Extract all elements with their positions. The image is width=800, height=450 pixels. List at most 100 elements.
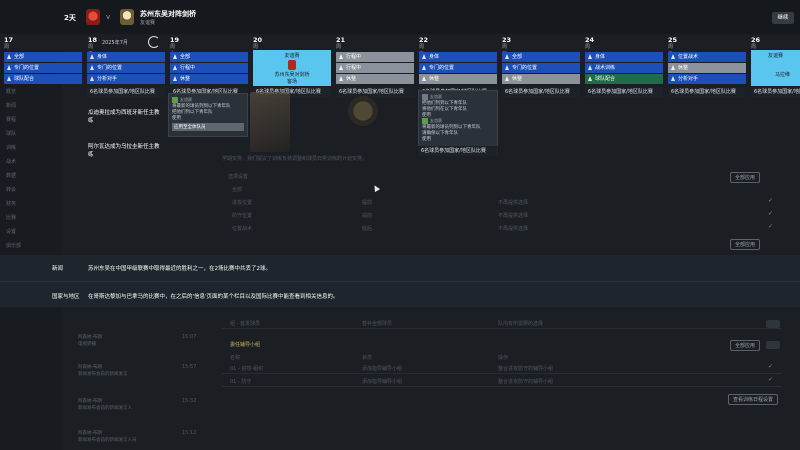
- session-block[interactable]: 身体: [585, 52, 663, 62]
- session-block[interactable]: 全部: [502, 52, 580, 62]
- training-hint: 学期安排，我们提议了训练负荷调整和球员日常训练的计划安排。: [222, 156, 368, 162]
- option-value: 延后: [362, 226, 373, 232]
- apply-all-button[interactable]: 全部应用: [730, 172, 761, 183]
- nav-item[interactable]: 设置: [6, 228, 16, 235]
- intl-duty-notice[interactable]: 6名球员参加国家/地区队比赛: [502, 87, 580, 97]
- session-block[interactable]: 身体: [87, 52, 165, 62]
- option-row: 防守位置: [232, 213, 253, 219]
- mouse-cursor-icon: [371, 183, 381, 193]
- session-block[interactable]: 休整: [419, 74, 497, 84]
- nav-item[interactable]: 比赛: [6, 214, 16, 221]
- check-icon[interactable]: ✓: [768, 197, 773, 204]
- nav-item[interactable]: 转会: [6, 186, 16, 193]
- row-cell: 添加指导辅导小组: [362, 366, 403, 372]
- intl-duty-notice[interactable]: 6名球员参加国家/地区队比赛: [585, 87, 663, 97]
- nav-item[interactable]: 赛程: [6, 116, 16, 123]
- session-block[interactable]: 休整: [502, 74, 580, 84]
- feed-item[interactable]: 阿森纳·布朗 新闻发布会前的新闻发言人员: [78, 430, 198, 444]
- session-block[interactable]: 专门的位置: [4, 63, 82, 73]
- session-block[interactable]: 行程中: [336, 63, 414, 73]
- news-message[interactable]: 瓜迪奥拉成为西班牙新任主教练: [88, 109, 160, 125]
- news-message[interactable]: 阿尔瓦达成为乌拉圭新任主教练: [88, 143, 160, 159]
- session-block[interactable]: 休整: [336, 74, 414, 84]
- option-value: 不再提供选择: [498, 200, 529, 206]
- check-icon[interactable]: ✓: [768, 223, 773, 230]
- intl-duty-notice[interactable]: 6名球员参加国家/地区队比赛: [336, 87, 414, 97]
- nav-item[interactable]: 战术: [6, 158, 16, 165]
- event-title: 苏州东吴对剑桥: [274, 72, 310, 78]
- option-row: 全部: [232, 187, 243, 193]
- row-cell: 替补全部球员: [362, 321, 393, 327]
- session-block[interactable]: 战术训练: [585, 63, 663, 73]
- nav-item[interactable]: 训练: [6, 144, 16, 151]
- match-title[interactable]: 苏州东吴对阵剑桥: [140, 9, 196, 19]
- row-cell: 整合进攻防守的辅导小组: [498, 379, 554, 385]
- session-block[interactable]: 全部: [170, 52, 248, 62]
- chevron-right-icon[interactable]: [766, 320, 780, 328]
- gear-icon[interactable]: [766, 341, 780, 349]
- nav-item[interactable]: 俱乐部: [6, 242, 21, 249]
- banner-text: 在哥斯达黎加与巴拿马的比赛中，在之后的'信息'页面的某个栏目以及国际比赛中能查看…: [88, 294, 339, 300]
- nav-item[interactable]: 数据: [6, 172, 16, 179]
- session-block[interactable]: 位置战术: [668, 52, 746, 62]
- option-row: 位置战术: [232, 226, 253, 232]
- session-block[interactable]: 分析对手: [87, 74, 165, 84]
- apply-all-button[interactable]: 全部应用: [730, 239, 761, 250]
- divider: [0, 281, 800, 282]
- section-title: 委任辅导小组: [230, 342, 261, 348]
- session-block[interactable]: 分析对手: [668, 74, 746, 84]
- session-block[interactable]: 行程中: [170, 63, 248, 73]
- intl-duty-notice[interactable]: 6名球员参加国家/地区队比赛: [87, 87, 165, 97]
- feed-time: 15:32: [182, 398, 197, 404]
- session-block[interactable]: 休整: [668, 63, 746, 73]
- view-schedule-button[interactable]: 查看训练日程设置: [728, 394, 779, 405]
- option-row: 进攻位置: [232, 200, 253, 206]
- feed-item[interactable]: 阿森纳·布朗 电视转播: [78, 334, 198, 348]
- intl-duty-notice[interactable]: 6名球员参加国家/地区队比赛: [668, 87, 746, 97]
- session-block[interactable]: 球队配合: [4, 74, 82, 84]
- table-row[interactable]: 组 - 首发球员 替补全部球员 队内有所需要的选择: [222, 318, 782, 329]
- apply-to-all-option[interactable]: 应用至全体队员: [172, 123, 244, 131]
- row-cell: 添加指导辅导小组: [362, 379, 403, 385]
- check-icon[interactable]: ✓: [768, 210, 773, 217]
- feed-item[interactable]: 阿森纳·布朗 新闻发布会前的新闻发言人: [78, 398, 198, 412]
- session-block[interactable]: 休整: [170, 74, 248, 84]
- top-bar: 2天 v 苏州东吴对阵剑桥 友谊赛 继续: [0, 0, 800, 34]
- nav-item[interactable]: 新闻: [6, 102, 16, 109]
- banner-text: 苏州东吴在中国甲级联赛中取得最近的胜利之一，在2场比赛中共丢了2球。: [88, 266, 272, 272]
- player-photo: [250, 92, 290, 152]
- apply-all-button[interactable]: 全部应用: [730, 340, 761, 351]
- nav-item[interactable]: 概览: [6, 88, 16, 95]
- session-block[interactable]: 全部: [4, 52, 82, 62]
- option-value: 提前: [362, 200, 373, 206]
- nav-item[interactable]: 球队: [6, 130, 16, 137]
- session-block[interactable]: 球队配合: [585, 74, 663, 84]
- row-cell: 01 - 防守: [230, 379, 252, 385]
- table-row[interactable]: 01 - 防守 添加指导辅导小组 整合进攻防守的辅导小组: [222, 376, 782, 387]
- session-block[interactable]: 专门的位置: [419, 63, 497, 73]
- row-cell: 组 - 首发球员: [230, 321, 260, 327]
- nav-item[interactable]: 财务: [6, 200, 16, 207]
- session-block[interactable]: 专门的位置: [87, 63, 165, 73]
- intl-duty-notice[interactable]: 6名球员参加国家/地区队比赛: [418, 146, 498, 156]
- refresh-icon[interactable]: [148, 36, 160, 48]
- check-icon[interactable]: ✓: [768, 363, 773, 370]
- row-cell: 整合进攻防守的辅导小组: [498, 366, 554, 372]
- event-venue: 客场: [286, 79, 297, 85]
- session-block[interactable]: 行程中: [336, 52, 414, 62]
- vs-label: v: [106, 13, 111, 21]
- check-icon[interactable]: ✓: [768, 376, 773, 383]
- month-label: 2025年7月: [102, 40, 128, 46]
- feed-item[interactable]: 阿森纳·布朗 新闻发布会前的新闻发言: [78, 364, 198, 378]
- session-block[interactable]: 专门的位置: [502, 63, 580, 73]
- table-row[interactable]: 01 - 进攻-组织 添加指导辅导小组 整合进攻防守的辅导小组: [222, 363, 782, 374]
- session-block[interactable]: 身体: [419, 52, 497, 62]
- row-cell: 01 - 进攻-组织: [230, 366, 264, 372]
- continue-button[interactable]: 继续: [772, 12, 794, 24]
- event-title: 马拉维: [774, 72, 790, 78]
- banner-label: 国家与地区: [52, 294, 80, 300]
- section-label: 选项设置: [228, 174, 249, 180]
- tooltip-head: 友谊赛: [180, 97, 192, 102]
- match-type: 友谊赛: [140, 20, 156, 26]
- intl-duty-notice[interactable]: 6名球员参加国家/地区队比赛: [751, 87, 800, 97]
